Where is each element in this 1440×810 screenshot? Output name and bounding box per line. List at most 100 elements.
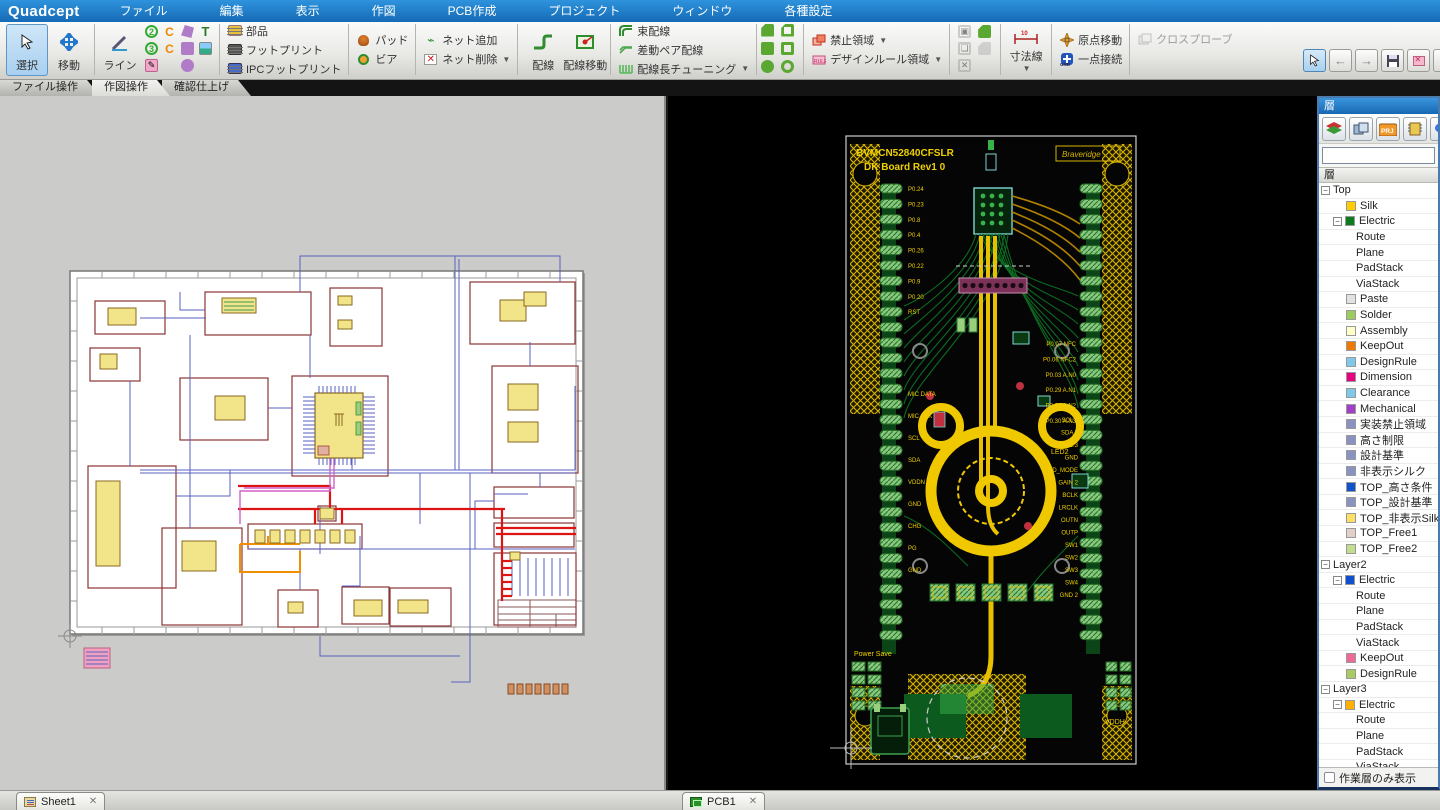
layer-row-Plane[interactable]: Plane — [1319, 245, 1438, 261]
redo-forward-button[interactable]: → — [1355, 49, 1378, 72]
outline-polygon-icon[interactable] — [781, 24, 794, 37]
layer-row-TOP_Free1[interactable]: TOP_Free1 — [1319, 526, 1438, 542]
circle-2pt-icon[interactable]: 2 — [145, 25, 158, 38]
undo-back-button[interactable]: ← — [1329, 49, 1352, 72]
layer-row-Electric[interactable]: −Electric — [1319, 573, 1438, 589]
net-delete-button[interactable]: ✕ ネット削除▼ — [420, 50, 513, 68]
select-button[interactable]: 選択 — [6, 24, 48, 76]
layer-row-ViaStack[interactable]: ViaStack — [1319, 635, 1438, 651]
keepout-area-button[interactable]: 禁止領域▼ — [808, 31, 945, 49]
layer-expander[interactable]: − — [1321, 685, 1330, 694]
image-icon[interactable] — [199, 42, 212, 55]
menu-item-2[interactable]: 表示 — [270, 0, 346, 22]
layer-row-Mechanical[interactable]: Mechanical — [1319, 401, 1438, 417]
layer-row-PadStack[interactable]: PadStack — [1319, 261, 1438, 277]
menu-item-0[interactable]: ファイル — [94, 0, 194, 22]
layer-expander[interactable]: − — [1333, 700, 1342, 709]
filled-circle-icon[interactable] — [761, 60, 774, 73]
filled-polygon-icon[interactable] — [761, 24, 774, 37]
menu-item-7[interactable]: 各種設定 — [758, 0, 858, 22]
close-window-button[interactable] — [1407, 49, 1430, 72]
layer-row-TOP_設計基準[interactable]: TOP_設計基準 — [1319, 495, 1438, 511]
layer-filter-input[interactable] — [1322, 147, 1435, 164]
layer-row-PadStack[interactable]: PadStack — [1319, 620, 1438, 636]
layer-row-Route[interactable]: Route — [1319, 230, 1438, 246]
arc-2pt-icon[interactable]: C — [163, 25, 176, 38]
part-button[interactable]: 部品 — [224, 22, 344, 40]
layer-row-TOP_非表示Silk[interactable]: TOP_非表示Silk — [1319, 510, 1438, 526]
text-tool-icon[interactable]: T — [199, 25, 212, 38]
pcb1-close-icon[interactable]: ✕ — [749, 796, 757, 807]
layer-row-設計基準[interactable]: 設計基準 — [1319, 448, 1438, 464]
layer-row-Layer3[interactable]: −Layer3 — [1319, 682, 1438, 698]
layer-row-Route[interactable]: Route — [1319, 588, 1438, 604]
diff-pair-button[interactable]: 差動ペア配線 — [615, 41, 752, 59]
menu-item-4[interactable]: PCB作成 — [422, 0, 523, 22]
layer-row-ViaStack[interactable]: ViaStack — [1319, 277, 1438, 293]
db-chat-icon[interactable]: DB — [1430, 117, 1438, 141]
arc-3pt-icon[interactable]: C — [163, 42, 176, 55]
quick-select-button[interactable] — [1303, 49, 1326, 72]
layer-expander[interactable]: − — [1321, 560, 1330, 569]
layer-expander[interactable]: − — [1333, 576, 1342, 585]
layer-row-非表示シルク[interactable]: 非表示シルク — [1319, 464, 1438, 480]
ipc-footprint-button[interactable]: IPCフットプリント — [224, 60, 344, 78]
zoom-button[interactable] — [1433, 49, 1440, 72]
length-tuning-button[interactable]: 配線長チューニング▼ — [615, 60, 752, 78]
layer-row-Paste[interactable]: Paste — [1319, 292, 1438, 308]
menu-item-6[interactable]: ウィンドウ — [646, 0, 758, 22]
dimension-button[interactable]: 10 寸法線 ▼ — [1005, 24, 1047, 76]
layers-stack-icon[interactable] — [1322, 117, 1346, 141]
layer-row-ViaStack[interactable]: ViaStack — [1319, 760, 1438, 767]
route-button[interactable]: 配線 — [522, 24, 564, 76]
pcb-canvas[interactable]: BVMCN52840CFSLR DK Board Rev1 0 Braverid… — [668, 96, 1317, 790]
layer-row-Silk[interactable]: Silk — [1319, 199, 1438, 215]
prj-folder-icon[interactable]: PRJ — [1376, 117, 1400, 141]
pcb1-tab[interactable]: PCB1 ✕ — [682, 792, 765, 810]
pad-button[interactable]: パッド — [353, 31, 411, 49]
layer-row-Top[interactable]: −Top — [1319, 183, 1438, 199]
filled-rect-icon[interactable] — [761, 42, 774, 55]
layer-row-Plane[interactable]: Plane — [1319, 729, 1438, 745]
sheet1-close-icon[interactable]: ✕ — [89, 796, 97, 807]
layer-row-Plane[interactable]: Plane — [1319, 604, 1438, 620]
working-layer-checkbox[interactable] — [1324, 772, 1335, 783]
edit-pencil-icon[interactable]: ✎ — [145, 59, 158, 72]
working-layer-only-row[interactable]: 作業層のみ表示 — [1319, 767, 1438, 787]
windows-icon[interactable] — [1349, 117, 1373, 141]
layer-row-Assembly[interactable]: Assembly — [1319, 323, 1438, 339]
area-green-icon[interactable] — [978, 25, 991, 38]
layer-row-実装禁止領域[interactable]: 実装禁止領域 — [1319, 417, 1438, 433]
layer-expander[interactable]: − — [1321, 186, 1330, 195]
menu-item-1[interactable]: 編集 — [194, 0, 270, 22]
doc-tab-0[interactable]: ファイル操作 — [0, 80, 100, 96]
footprint-button[interactable]: フットプリント — [224, 41, 344, 59]
layer-expander[interactable]: − — [1333, 217, 1342, 226]
schematic-canvas[interactable] — [0, 96, 666, 790]
layer-row-Clearance[interactable]: Clearance — [1319, 386, 1438, 402]
layer-row-Dimension[interactable]: Dimension — [1319, 370, 1438, 386]
layer-row-KeepOut[interactable]: KeepOut — [1319, 651, 1438, 667]
ellipse-icon[interactable] — [181, 59, 194, 72]
layer-row-PadStack[interactable]: PadStack — [1319, 744, 1438, 760]
layer-row-DesignRule[interactable]: DesignRule — [1319, 355, 1438, 371]
design-rule-area-button[interactable]: RULE デザインルール領域▼ — [808, 50, 945, 68]
move-button[interactable]: 移動 — [48, 24, 90, 76]
via-button[interactable]: ビア — [353, 50, 411, 68]
doc-tab-1[interactable]: 作図操作 — [92, 80, 170, 96]
outline-circle-icon[interactable] — [781, 60, 794, 73]
rect-icon[interactable] — [181, 42, 194, 55]
circle-3pt-icon[interactable]: 3 — [145, 42, 158, 55]
menu-item-3[interactable]: 作図 — [346, 0, 422, 22]
layer-row-Electric[interactable]: −Electric — [1319, 698, 1438, 714]
single-point-button[interactable]: GND 一点接続 — [1056, 50, 1125, 68]
layer-row-Solder[interactable]: Solder — [1319, 308, 1438, 324]
bundle-route-button[interactable]: 束配線 — [615, 22, 752, 40]
component-icon[interactable] — [1403, 117, 1427, 141]
menu-item-5[interactable]: プロジェクト — [522, 0, 646, 22]
layer-row-DesignRule[interactable]: DesignRule — [1319, 666, 1438, 682]
polygon-icon[interactable] — [181, 25, 194, 38]
layer-row-高さ制限[interactable]: 高さ制限 — [1319, 433, 1438, 449]
net-add-button[interactable]: ⌁ ネット追加 — [420, 31, 513, 49]
layer-row-Route[interactable]: Route — [1319, 713, 1438, 729]
